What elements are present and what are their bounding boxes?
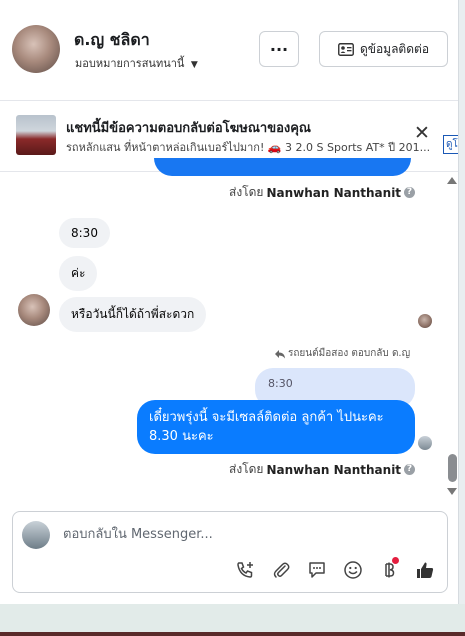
incoming-message[interactable]: หรือวันนี้ก็ได้ถ้าพี่สะดวก bbox=[59, 297, 207, 332]
add-call-icon[interactable] bbox=[234, 559, 256, 581]
reply-context-text: รถยนต์มือสอง ตอบกลับ ด.ญ bbox=[288, 348, 411, 359]
scroll-down-arrow[interactable] bbox=[447, 488, 457, 495]
sent-by-prefix: ส่งโดย bbox=[229, 462, 264, 476]
scrollbar-thumb[interactable] bbox=[448, 454, 457, 482]
view-contact-button[interactable]: ดูข้อมูลติดต่อ bbox=[319, 31, 448, 67]
contact-card-icon bbox=[338, 42, 354, 56]
read-receipt-avatar bbox=[418, 314, 432, 328]
reply-context: รถยนต์มือสอง ตอบกลับ ด.ญ bbox=[274, 346, 410, 361]
ad-thumbnail bbox=[16, 115, 56, 155]
conversation-header: ด.ญ ชลิดา มอบหมายการสนทนานี้ ▼ ··· ดูข้อ… bbox=[0, 0, 458, 101]
read-receipt-avatar bbox=[418, 436, 432, 450]
help-icon[interactable]: ? bbox=[404, 187, 416, 198]
conversation-panel: ด.ญ ชลิดา มอบหมายการสนทนานี้ ▼ ··· ดูข้อ… bbox=[0, 0, 459, 604]
saved-replies-icon[interactable] bbox=[306, 559, 328, 581]
view-contact-label: ดูข้อมูลติดต่อ bbox=[359, 41, 430, 56]
view-ad-link[interactable]: ดูโ bbox=[443, 135, 458, 154]
ad-banner-title: แชทนี้มีข้อความตอบกลับต่อโฆษณาของคุณ bbox=[66, 121, 311, 136]
incoming-message[interactable]: 8:30 bbox=[59, 218, 110, 248]
more-label: ··· bbox=[269, 39, 289, 59]
assign-conversation-dropdown[interactable]: มอบหมายการสนทนานี้ ▼ bbox=[75, 54, 198, 72]
window-edge bbox=[0, 632, 465, 636]
contact-name[interactable]: ด.ญ ชลิดา bbox=[74, 28, 150, 53]
contact-avatar-small bbox=[18, 294, 50, 326]
sender-name: Nanwhan Nanthanit bbox=[266, 462, 402, 477]
page-avatar bbox=[22, 521, 50, 549]
quoted-message-text: 8:30 bbox=[268, 377, 293, 390]
assign-label: มอบหมายการสนทนานี้ bbox=[75, 57, 185, 70]
incoming-message[interactable]: ค่ะ bbox=[59, 256, 98, 291]
sender-name: Nanwhan Nanthanit bbox=[266, 185, 402, 200]
ad-banner-subtitle: รถหลักแสน ที่หน้าตาหล่อเกินเบอร์ไปมาก! 🚗… bbox=[66, 141, 431, 154]
sent-by-label: ส่งโดย Nanwhan Nanthanit ? bbox=[229, 183, 416, 202]
close-icon[interactable]: ✕ bbox=[414, 122, 430, 144]
like-icon[interactable] bbox=[414, 559, 436, 581]
sent-by-prefix: ส่งโดย bbox=[229, 185, 264, 199]
outgoing-message[interactable]: เดี๋ยวพรุ่งนี้ จะมีเซลล์ติดต่อ ลูกค้า ไป… bbox=[137, 400, 415, 454]
emoji-icon[interactable] bbox=[342, 559, 364, 581]
more-options-button[interactable]: ··· bbox=[259, 31, 299, 67]
scroll-up-arrow[interactable] bbox=[447, 177, 457, 184]
reply-arrow-icon bbox=[275, 349, 285, 358]
caret-down-icon: ▼ bbox=[190, 60, 198, 70]
message-composer bbox=[12, 511, 448, 593]
sent-by-label: ส่งโดย Nanwhan Nanthanit ? bbox=[229, 460, 416, 479]
contact-avatar[interactable] bbox=[12, 25, 60, 73]
payment-icon[interactable] bbox=[378, 557, 400, 581]
reply-input[interactable] bbox=[61, 526, 435, 543]
notification-dot bbox=[392, 557, 399, 564]
previous-outgoing-bubble bbox=[154, 158, 411, 176]
help-icon[interactable]: ? bbox=[404, 464, 416, 475]
attachment-icon[interactable] bbox=[270, 559, 292, 581]
